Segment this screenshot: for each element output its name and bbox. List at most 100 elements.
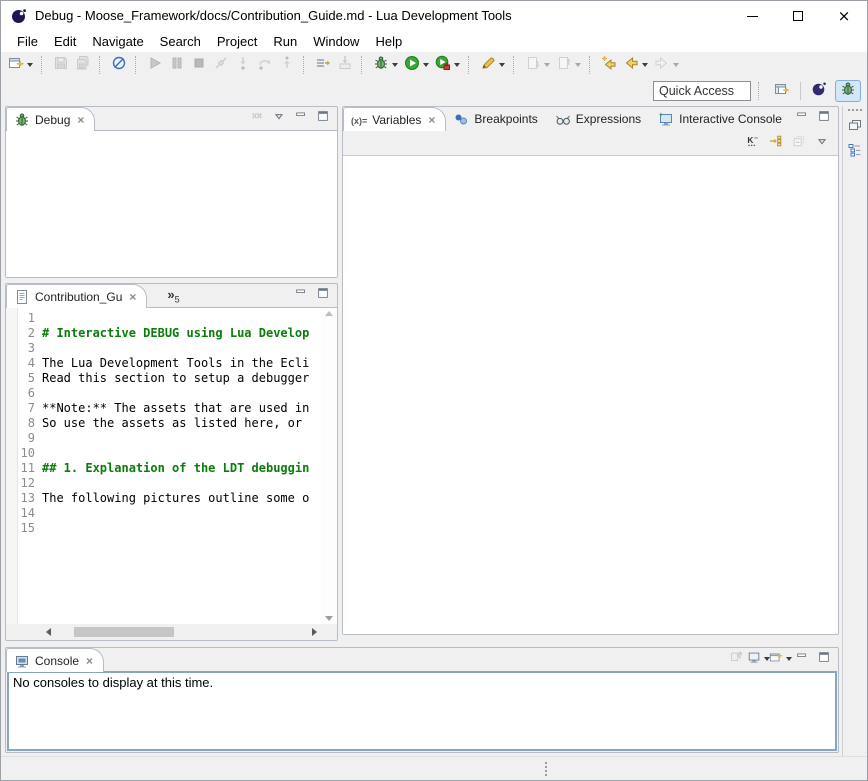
maximize-button[interactable] [313, 109, 333, 127]
editor-line[interactable]: 5Read this section to setup a debugger [18, 370, 321, 385]
scroll-down-arrow[interactable] [325, 616, 333, 621]
menu-file[interactable]: File [9, 32, 46, 51]
suspend-button [166, 54, 188, 76]
scrollbar-thumb[interactable] [74, 627, 174, 637]
minimize-button[interactable] [792, 650, 812, 668]
dropdown-arrow-icon[interactable] [392, 63, 398, 67]
right-trim-bar [842, 106, 867, 758]
menu-search[interactable]: Search [152, 32, 209, 51]
sash-grip[interactable] [545, 762, 548, 776]
minimize-button[interactable] [291, 109, 311, 127]
editor-line[interactable]: 8So use the assets as listed here, or [18, 415, 321, 430]
maximize-button[interactable] [814, 650, 834, 668]
run-button[interactable] [401, 54, 432, 76]
editor-line[interactable]: 6 [18, 385, 321, 400]
terminate-button [188, 54, 210, 76]
editor-line[interactable]: 3 [18, 340, 321, 355]
editor-line[interactable]: 14 [18, 505, 321, 520]
editor-horizontal-scrollbar[interactable] [42, 624, 321, 640]
editor-line[interactable]: 12 [18, 475, 321, 490]
more-editors-chevron[interactable]: »5 [167, 287, 179, 305]
editor-line[interactable]: 1 [18, 310, 321, 325]
open-task-button[interactable] [477, 54, 508, 76]
menu-help[interactable]: Help [367, 32, 410, 51]
use-step-filters-button[interactable] [312, 54, 334, 76]
menu-navigate[interactable]: Navigate [84, 32, 151, 51]
show-logical-structure-button[interactable] [766, 134, 786, 152]
variables-view-content [343, 155, 838, 634]
tab-contribution-guide[interactable]: Contribution_Gu × [6, 284, 147, 308]
menu-run[interactable]: Run [265, 32, 305, 51]
view-menu-button[interactable] [812, 134, 832, 152]
save-button [50, 54, 72, 76]
editor-line[interactable]: 10 [18, 445, 321, 460]
view-menu-button[interactable] [269, 109, 289, 127]
scroll-left-arrow[interactable] [46, 628, 51, 636]
close-icon[interactable]: × [86, 654, 93, 668]
editor-line[interactable]: 9 [18, 430, 321, 445]
tab-interactive-console[interactable]: Interactive Console [651, 107, 792, 130]
scroll-right-arrow[interactable] [312, 628, 317, 636]
window-minimize-button[interactable] [729, 1, 775, 31]
editor-line[interactable]: 11## 1. Explanation of the LDT debuggin [18, 460, 321, 475]
show-type-names-button[interactable]: K [743, 134, 763, 152]
back-button[interactable] [620, 54, 651, 76]
editor-vertical-scrollbar[interactable] [321, 308, 337, 624]
debug-perspective-button[interactable] [835, 80, 861, 102]
menu-project[interactable]: Project [209, 32, 265, 51]
line-number: 9 [18, 431, 42, 445]
line-number: 14 [18, 506, 42, 520]
dropdown-arrow-icon[interactable] [499, 63, 505, 67]
tab-debug[interactable]: Debug × [6, 107, 95, 131]
dropdown-arrow-icon[interactable] [423, 63, 429, 67]
dropdown-arrow-icon[interactable] [544, 63, 550, 67]
open-console-button[interactable] [770, 650, 790, 668]
close-icon[interactable]: × [77, 113, 84, 127]
editor-line[interactable]: 7**Note:** The assets that are used in [18, 400, 321, 415]
minimize-button[interactable] [792, 109, 812, 127]
tab-console[interactable]: Console × [6, 648, 104, 672]
tab-variables[interactable]: (x)=Variables× [343, 107, 446, 131]
drag-handle[interactable] [848, 109, 862, 111]
editor-text-area[interactable]: 12# Interactive DEBUG using Lua Develop3… [18, 310, 321, 624]
editor-line[interactable]: 13The following pictures outline some o [18, 490, 321, 505]
open-perspective-button[interactable] [769, 80, 795, 102]
lua-perspective-button[interactable] [806, 80, 832, 102]
dropdown-arrow-icon[interactable] [642, 63, 648, 67]
restore-views-button[interactable] [845, 117, 865, 137]
outline-view-button[interactable] [845, 142, 865, 162]
tab-expressions[interactable]: Expressions [548, 107, 651, 130]
skip-all-breakpoints-button[interactable] [108, 54, 130, 76]
editor-line[interactable]: 4The Lua Development Tools in the Ecli [18, 355, 321, 370]
step-return-button [276, 54, 298, 76]
last-edit-location-button[interactable] [598, 54, 620, 76]
editor-line[interactable]: 2# Interactive DEBUG using Lua Develop [18, 325, 321, 340]
scroll-up-arrow[interactable] [325, 311, 333, 316]
dropdown-arrow-icon[interactable] [673, 63, 679, 67]
external-tools-button[interactable] [432, 54, 463, 76]
display-selected-console-button[interactable] [748, 650, 768, 668]
toolbar-group [475, 54, 510, 76]
debug-button[interactable] [370, 54, 401, 76]
minimize-button[interactable] [291, 286, 311, 304]
dropdown-arrow-icon[interactable] [27, 63, 33, 67]
display-selected-console-icon [747, 650, 761, 669]
maximize-button[interactable] [814, 109, 834, 127]
close-icon[interactable]: × [129, 290, 136, 304]
collapse-all-icon [792, 134, 806, 153]
menu-edit[interactable]: Edit [46, 32, 84, 51]
console-message: No consoles to display at this time. [9, 673, 835, 692]
resume-button [144, 54, 166, 76]
window-maximize-button[interactable] [775, 1, 821, 31]
editor-line[interactable]: 15 [18, 520, 321, 535]
dropdown-arrow-icon[interactable] [454, 63, 460, 67]
new-wizard-button[interactable] [5, 54, 36, 76]
dropdown-arrow-icon[interactable] [786, 657, 792, 661]
quick-access-input[interactable]: Quick Access [653, 81, 751, 101]
tab-breakpoints[interactable]: Breakpoints [446, 107, 547, 130]
menu-window[interactable]: Window [305, 32, 367, 51]
window-close-button[interactable]: × [821, 1, 867, 31]
close-icon[interactable]: × [428, 113, 435, 127]
dropdown-arrow-icon[interactable] [575, 63, 581, 67]
maximize-button[interactable] [313, 286, 333, 304]
